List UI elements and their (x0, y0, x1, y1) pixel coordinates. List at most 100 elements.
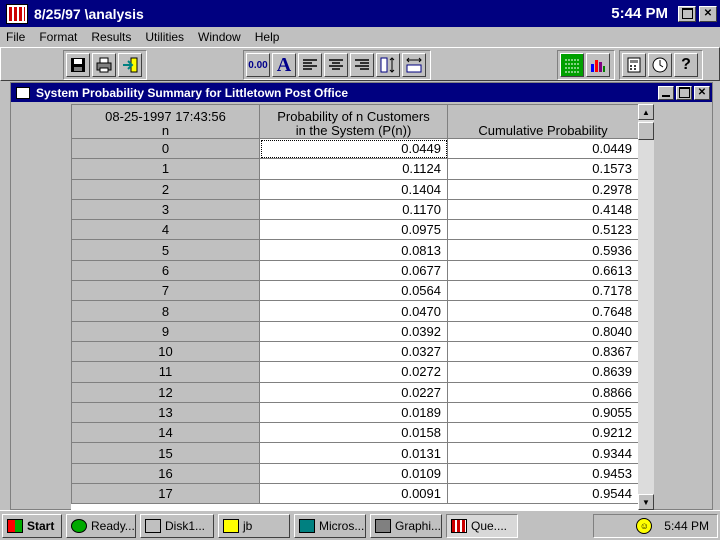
menu-format[interactable]: Format (39, 30, 77, 44)
row-n-cell[interactable]: 13 (71, 401, 260, 424)
cumulative-cell[interactable]: 0.9212 (447, 422, 639, 444)
menu-file[interactable]: File (6, 30, 25, 44)
probability-cell[interactable]: 0.1404 (259, 178, 448, 200)
row-n-cell[interactable]: 16 (71, 462, 260, 485)
task-micros[interactable]: Micros... (294, 513, 366, 538)
row-n-cell[interactable]: 17 (71, 483, 260, 505)
header-probability[interactable]: Probability of n Customers in the System … (259, 104, 448, 139)
cumulative-cell[interactable]: 0.7648 (447, 300, 639, 322)
scroll-thumb[interactable] (638, 122, 654, 140)
row-n-cell[interactable]: 1 (71, 158, 260, 180)
probability-cell[interactable]: 0.0449 (259, 137, 448, 160)
align-center-icon[interactable] (324, 53, 348, 77)
row-n-cell[interactable]: 8 (71, 300, 260, 322)
calculator-icon[interactable] (622, 53, 646, 77)
start-button[interactable]: Start (2, 513, 62, 538)
help-icon[interactable]: ? (674, 53, 698, 77)
tray-clock[interactable]: 5:44 PM (664, 519, 709, 533)
task-graphi[interactable]: Graphi... (370, 513, 442, 538)
cumulative-cell[interactable]: 0.8040 (447, 320, 639, 342)
row-n-cell[interactable]: 14 (71, 422, 260, 444)
probability-cell[interactable]: 0.1170 (259, 198, 448, 221)
probability-cell[interactable]: 0.0327 (259, 340, 448, 363)
row-n-cell[interactable]: 11 (71, 361, 260, 383)
row-n-cell[interactable]: 15 (71, 442, 260, 464)
task-ready[interactable]: Ready... (66, 513, 136, 538)
child-minimize-button[interactable] (658, 85, 674, 100)
probability-cell[interactable]: 0.0272 (259, 361, 448, 383)
row-n-cell[interactable]: 4 (71, 219, 260, 241)
cumulative-cell[interactable]: 0.9055 (447, 401, 639, 424)
row-n-cell[interactable]: 5 (71, 239, 260, 261)
save-icon[interactable] (66, 53, 90, 77)
cumulative-cell[interactable]: 0.1573 (447, 158, 639, 180)
cumulative-cell[interactable]: 0.9453 (447, 462, 639, 485)
row-height-icon[interactable] (376, 53, 400, 77)
maximize-button[interactable] (678, 5, 696, 22)
cumulative-cell[interactable]: 0.7178 (447, 280, 639, 302)
probability-cell[interactable]: 0.0392 (259, 320, 448, 342)
font-button[interactable]: A (272, 53, 296, 77)
row-n-cell[interactable]: 7 (71, 280, 260, 302)
cumulative-cell[interactable]: 0.9344 (447, 442, 639, 464)
cumulative-cell[interactable]: 0.6613 (447, 259, 639, 282)
menu-utilities[interactable]: Utilities (145, 30, 184, 44)
row-n-cell[interactable]: 2 (71, 178, 260, 200)
row-n-cell[interactable]: 3 (71, 198, 260, 221)
child-titlebar[interactable]: System Probability Summary for Littletow… (11, 83, 712, 102)
header-cumulative[interactable]: Cumulative Probability (447, 104, 639, 139)
cumulative-cell[interactable]: 0.8367 (447, 340, 639, 363)
print-icon[interactable] (92, 53, 116, 77)
grid-view-icon[interactable] (560, 53, 584, 77)
cumulative-cell[interactable]: 0.8639 (447, 361, 639, 383)
cumulative-cell[interactable]: 0.5123 (447, 219, 639, 241)
task-que-active[interactable]: Que.... (446, 513, 518, 538)
row-n-cell[interactable]: 10 (71, 340, 260, 363)
probability-cell[interactable]: 0.0470 (259, 300, 448, 322)
exit-icon[interactable] (118, 53, 142, 77)
probability-cell[interactable]: 0.1124 (259, 158, 448, 180)
vertical-scrollbar[interactable]: ▲ ▼ (638, 104, 654, 510)
menu-window[interactable]: Window (198, 30, 241, 44)
align-right-icon[interactable] (350, 53, 374, 77)
menu-help[interactable]: Help (255, 30, 280, 44)
probability-cell[interactable]: 0.0158 (259, 422, 448, 444)
child-window-icon[interactable] (16, 86, 30, 99)
probability-cell[interactable]: 0.0975 (259, 219, 448, 241)
row-n-cell[interactable]: 6 (71, 259, 260, 282)
cumulative-cell[interactable]: 0.9544 (447, 483, 639, 505)
close-button[interactable]: ✕ (699, 5, 717, 22)
clock-icon[interactable] (648, 53, 672, 77)
task-jb[interactable]: jb (218, 513, 290, 538)
task-disk1[interactable]: Disk1... (140, 513, 214, 538)
menu-results[interactable]: Results (91, 30, 131, 44)
probability-cell[interactable]: 0.0677 (259, 259, 448, 282)
probability-cell[interactable]: 0.0227 (259, 381, 448, 403)
header-n[interactable]: 08-25-1997 17:43:56 n (71, 104, 260, 139)
cumulative-cell[interactable]: 0.0449 (447, 137, 639, 160)
cumulative-cell[interactable]: 0.5936 (447, 239, 639, 261)
column-width-icon[interactable] (402, 53, 426, 77)
probability-cell[interactable]: 0.0131 (259, 442, 448, 464)
child-maximize-button[interactable] (676, 85, 692, 100)
probability-cell[interactable]: 0.0189 (259, 401, 448, 424)
row-n-cell[interactable]: 12 (71, 381, 260, 403)
probability-cell[interactable]: 0.0813 (259, 239, 448, 261)
smiley-icon[interactable]: ☺ (636, 518, 653, 534)
scroll-up-button[interactable]: ▲ (638, 104, 654, 120)
child-close-button[interactable]: ✕ (694, 85, 710, 100)
cumulative-cell[interactable]: 0.8866 (447, 381, 639, 403)
probability-cell[interactable]: 0.0091 (259, 483, 448, 505)
cumulative-cell[interactable]: 0.4148 (447, 198, 639, 221)
app-icon[interactable] (6, 3, 28, 24)
probability-cell[interactable]: 0.0564 (259, 280, 448, 302)
row-n-cell[interactable]: 9 (71, 320, 260, 342)
probability-cell[interactable]: 0.0109 (259, 462, 448, 485)
app-titlebar[interactable]: 8/25/97 \analysis 5:44 PM ✕ (0, 0, 720, 27)
align-left-icon[interactable] (298, 53, 322, 77)
decimal-format-button[interactable]: 0.00 (246, 53, 270, 77)
cumulative-cell[interactable]: 0.2978 (447, 178, 639, 200)
bar-chart-icon[interactable] (586, 53, 610, 77)
scroll-down-button[interactable]: ▼ (638, 494, 654, 510)
row-n-cell[interactable]: 0 (71, 137, 260, 160)
